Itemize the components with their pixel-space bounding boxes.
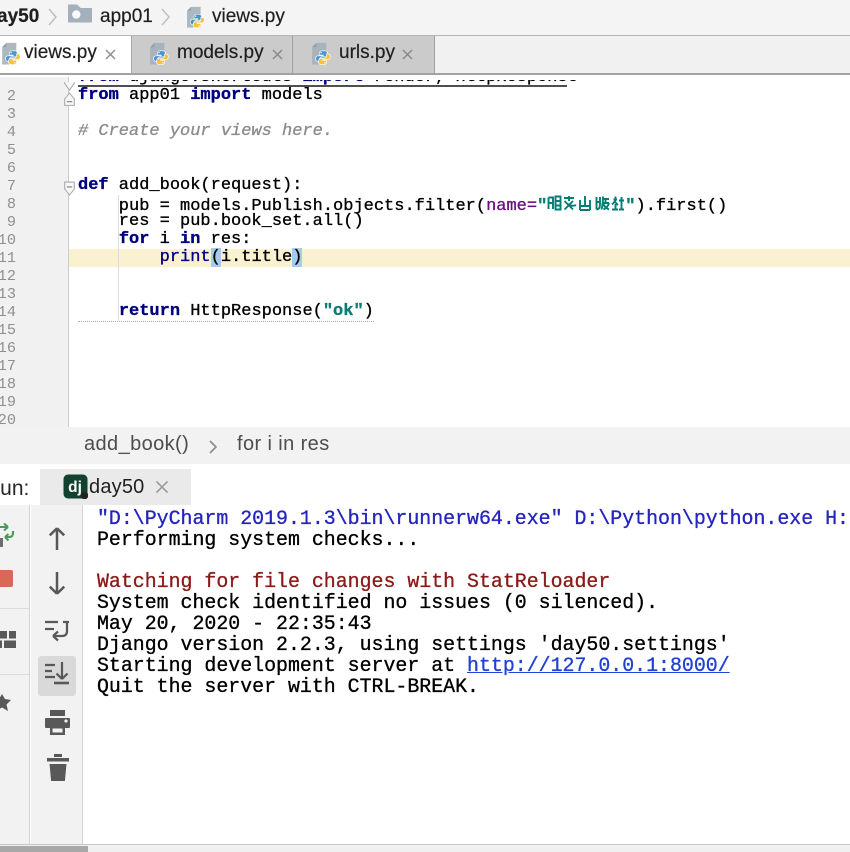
svg-text:dj: dj xyxy=(68,479,82,496)
